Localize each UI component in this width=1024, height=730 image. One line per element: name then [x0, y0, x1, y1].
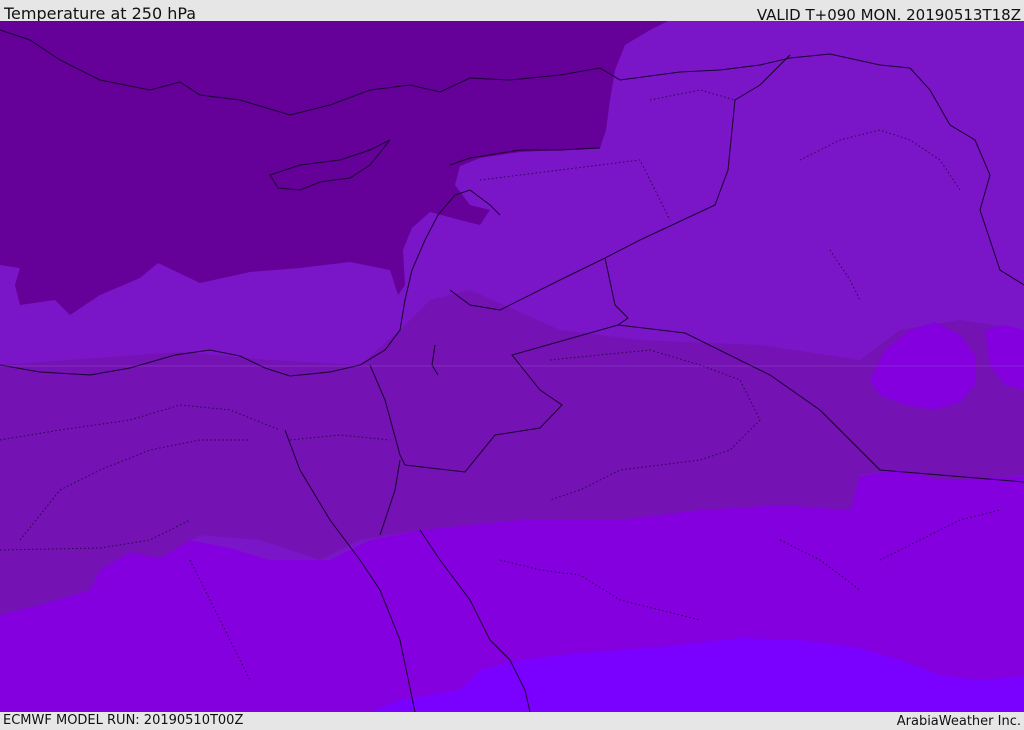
model-run-label: ECMWF MODEL RUN: 20190510T00Z: [3, 713, 244, 728]
map-canvas: [0, 21, 1024, 712]
header-bar: Temperature at 250 hPa VALID T+090 MON. …: [0, 0, 1024, 24]
footer-bar: ECMWF MODEL RUN: 20190510T00Z ArabiaWeat…: [0, 712, 1024, 729]
credit-label: ArabiaWeather Inc.: [896, 714, 1021, 729]
weather-map[interactable]: [0, 21, 1024, 712]
